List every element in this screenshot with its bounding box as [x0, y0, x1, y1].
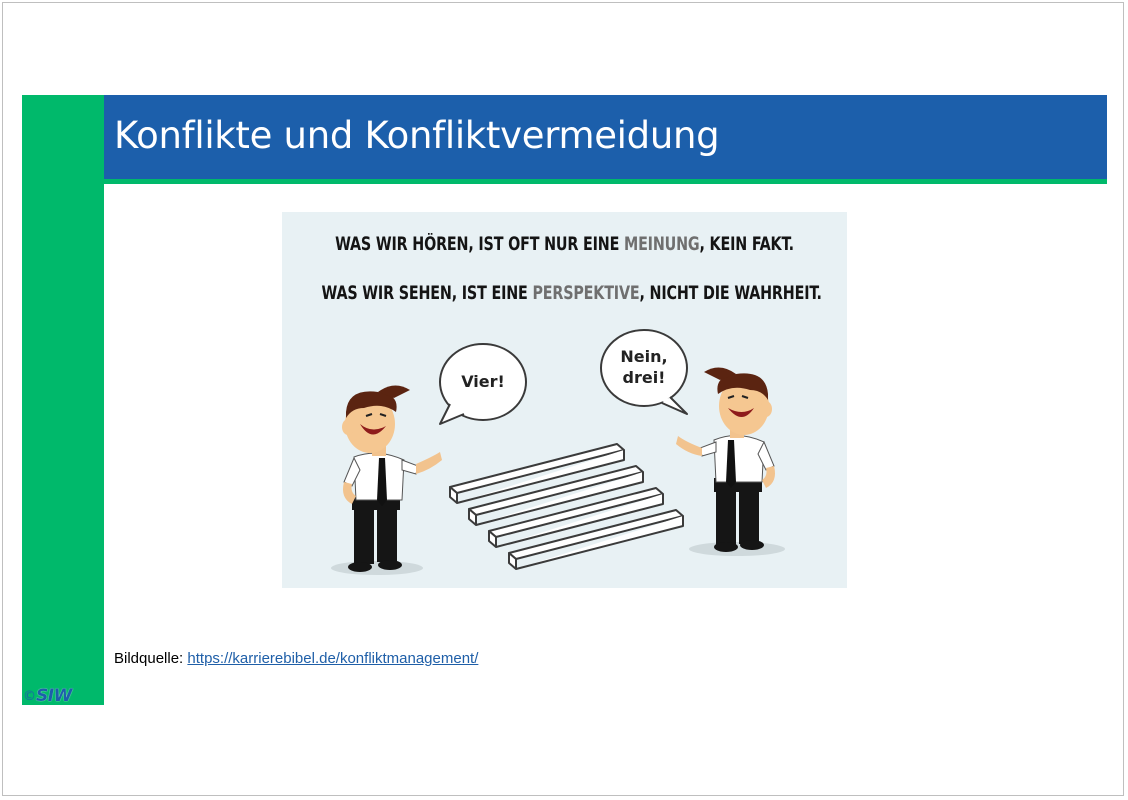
bubble-right-line-1: Nein,: [620, 347, 668, 366]
shadow-left: [331, 561, 423, 575]
caption-line-2-post: , NICHT DIE WAHRHEIT.: [639, 283, 822, 304]
shadow-right: [689, 542, 785, 556]
bubble-left-text: Vier!: [461, 372, 505, 391]
caption-line-1: WAS WIR HÖREN, IST OFT NUR EINE MEINUNG,…: [322, 234, 808, 255]
caption-line-1-pre: WAS WIR HÖREN, IST OFT NUR EINE: [335, 234, 625, 255]
illustration-artwork: [331, 329, 785, 575]
caption-line-1-post: , KEIN FAKT.: [699, 234, 794, 255]
caption-line-2-pre: WAS WIR SEHEN, IST EINE: [321, 283, 533, 304]
slide-title: Konflikte und Konfliktvermeidung: [114, 114, 720, 157]
bubble-right-text: Nein, drei!: [612, 346, 676, 388]
source-link[interactable]: https://karrierebibel.de/konfliktmanagem…: [187, 650, 478, 667]
source-label: Bildquelle:: [114, 650, 188, 667]
copyright-symbol: ©: [23, 688, 36, 704]
illustration: WAS WIR HÖREN, IST OFT NUR EINE MEINUNG,…: [282, 212, 847, 588]
man-right: [676, 367, 775, 552]
left-accent-bar: [22, 95, 104, 705]
caption-line-2-highlight: PERSPEKTIVE: [532, 283, 640, 304]
image-source: Bildquelle: https://karrierebibel.de/kon…: [114, 650, 478, 667]
title-underline: [104, 179, 1107, 184]
logo-text: SIW: [36, 686, 72, 706]
caption-line-1-highlight: MEINUNG: [624, 234, 700, 255]
caption-line-2: WAS WIR SEHEN, IST EINE PERSPEKTIVE, NIC…: [321, 283, 822, 304]
impossible-bars: [449, 443, 684, 570]
bubble-right-line-2: drei!: [622, 368, 666, 387]
siw-logo: © SIW: [23, 686, 72, 706]
man-left: [342, 385, 442, 572]
